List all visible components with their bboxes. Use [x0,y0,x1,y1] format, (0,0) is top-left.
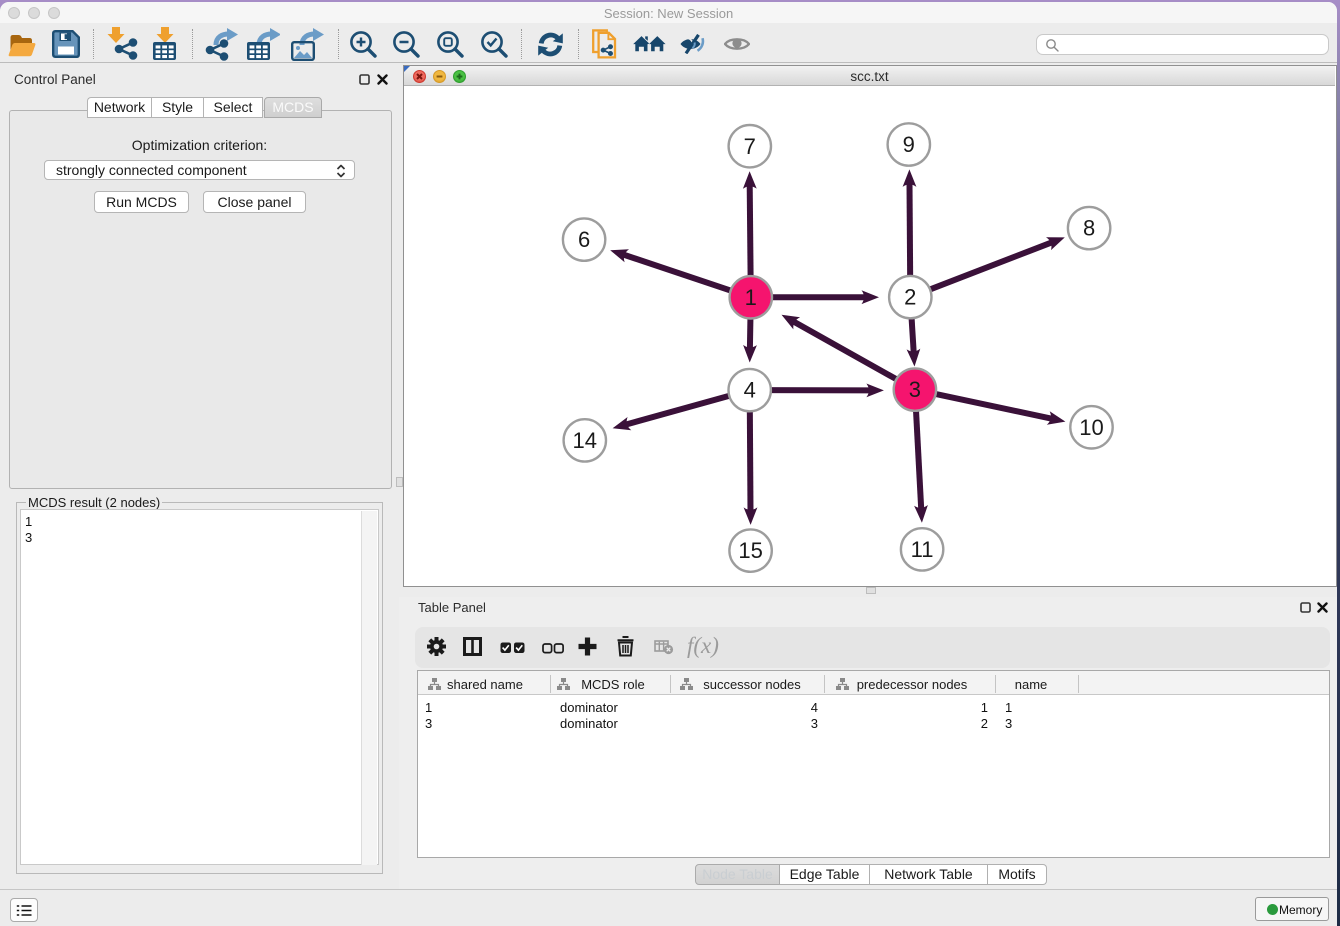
svg-text:9: 9 [903,132,915,157]
svg-text:15: 15 [738,538,762,563]
svg-text:6: 6 [578,227,590,252]
svg-text:10: 10 [1079,415,1103,440]
svg-text:8: 8 [1083,216,1095,241]
svg-text:14: 14 [573,428,597,453]
svg-text:3: 3 [909,377,921,402]
svg-text:1: 1 [745,285,757,310]
svg-text:2: 2 [904,285,916,310]
svg-text:11: 11 [911,537,934,562]
svg-text:7: 7 [744,134,756,159]
svg-text:4: 4 [744,378,756,403]
